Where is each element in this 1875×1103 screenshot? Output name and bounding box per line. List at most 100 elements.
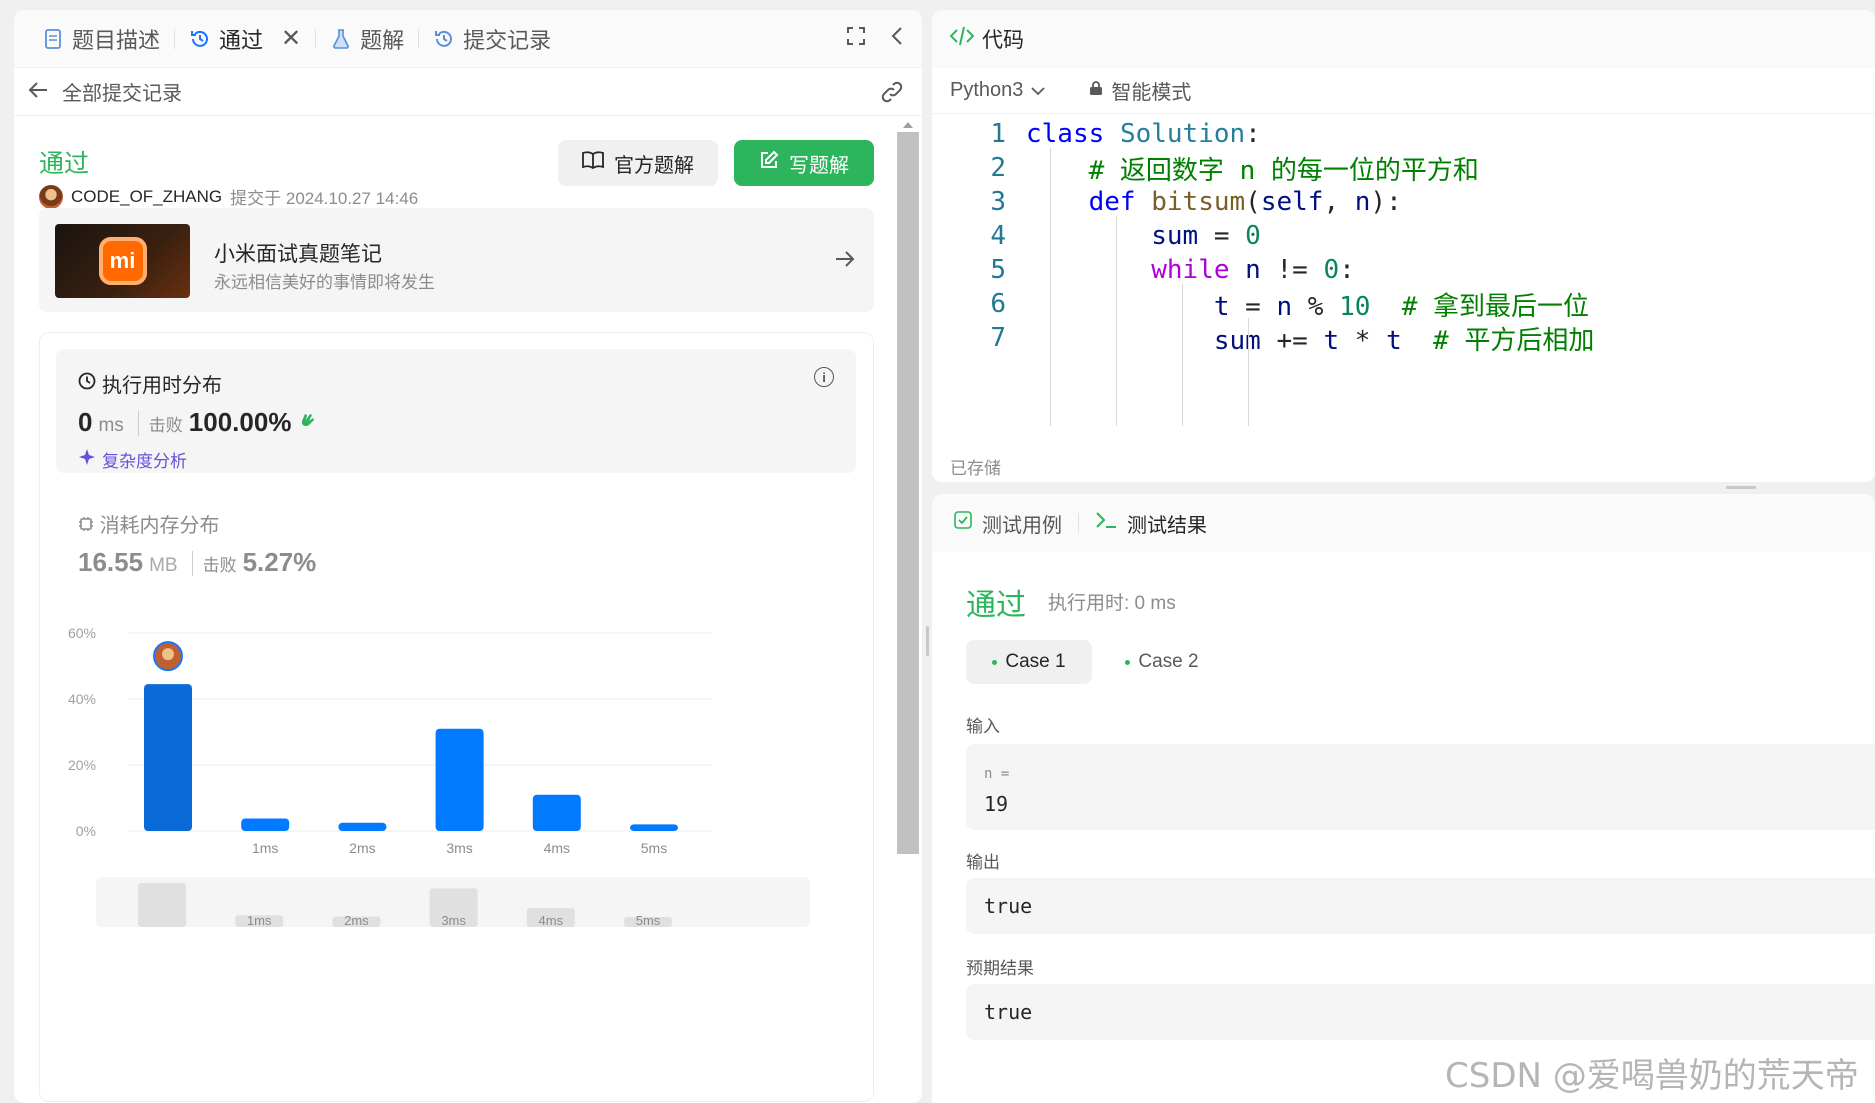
submission-panel: 题目描述 通过 ✕ 题解 提交记录 全部提交记录 通过 CODE_OF_ZHAN… [14, 10, 922, 1103]
code-text: while n != 0: [1151, 255, 1355, 285]
chevron-down-icon [1031, 79, 1046, 102]
line-number: 4 [990, 221, 1006, 251]
input-box: n = 19 [966, 744, 1875, 830]
vertical-resize-handle[interactable] [926, 626, 929, 656]
runtime-beat-value: 100.00% [188, 407, 292, 437]
all-submissions-link[interactable]: 全部提交记录 [62, 77, 182, 106]
tab-test-result[interactable]: 测试结果 [1127, 509, 1207, 538]
line-number: 7 [990, 323, 1006, 353]
chevron-left-icon[interactable] [890, 26, 904, 52]
pass-dot-icon [992, 659, 998, 665]
horizontal-resize-handle[interactable] [1726, 486, 1756, 489]
sparkle-icon [78, 448, 96, 471]
close-icon[interactable]: ✕ [281, 24, 301, 53]
smart-mode-toggle[interactable]: 智能模式 [1089, 76, 1191, 105]
fullscreen-icon[interactable] [846, 26, 866, 52]
clock-icon [78, 372, 96, 396]
user-avatar-face [162, 648, 174, 661]
saved-status: 已存储 [950, 459, 1001, 478]
chart-bar[interactable] [241, 818, 290, 831]
complexity-label: 复杂度分析 [102, 452, 187, 471]
info-icon[interactable]: i [814, 367, 834, 387]
language-select[interactable]: Python3 [950, 79, 1046, 102]
runtime-beat-label: 击败 [137, 411, 183, 436]
code-title: 代码 [982, 29, 1024, 52]
test-tab-bar: 测试用例 测试结果 [932, 494, 1875, 552]
watermark: CSDN @爱喝兽奶的荒天帝 [1445, 1056, 1859, 1096]
runtime-heading: 执行用时分布 [78, 369, 222, 398]
document-icon [42, 28, 64, 50]
submission-subheader: 全部提交记录 [14, 68, 922, 116]
chip-icon [78, 515, 100, 537]
chart-bar[interactable] [435, 728, 484, 831]
y-tick-label: 0% [76, 823, 96, 839]
tab-accepted[interactable]: 通过 ✕ [181, 10, 309, 67]
code-editor[interactable]: 1 class Solution: 2 # 返回数字 n 的每一位的平方和 3 def… [932, 114, 1875, 426]
submission-author: CODE_OF_ZHANG 提交于 2024.10.27 14:46 [39, 184, 418, 209]
official-solution-button[interactable]: 官方题解 [558, 140, 718, 186]
complexity-analysis-link[interactable]: 复杂度分析 [78, 447, 187, 472]
scrollbar-thumb[interactable] [897, 132, 919, 854]
chart-bar[interactable] [532, 794, 581, 831]
chart-bar[interactable] [338, 822, 387, 831]
case-label: Case 1 [1005, 651, 1066, 672]
expected-label: 预期结果 [966, 959, 1034, 978]
case-label: Case 2 [1138, 651, 1199, 672]
line-number: 2 [990, 153, 1006, 183]
author-name[interactable]: CODE_OF_ZHANG [71, 187, 222, 207]
case-tab-2[interactable]: Case 2 [1112, 640, 1212, 684]
line-number: 5 [990, 255, 1006, 285]
write-solution-label: 写题解 [789, 154, 849, 177]
y-tick-label: 60% [68, 625, 96, 641]
tab-label: 题解 [360, 27, 405, 53]
promo-card[interactable]: mi 小米面试真题笔记 永远相信美好的事情即将发生 [39, 208, 874, 312]
code-line[interactable]: 7 sum += t * t # 平方后相加 [932, 318, 1594, 358]
scroll-up-arrow[interactable] [903, 122, 913, 128]
tab-solutions[interactable]: 题解 [322, 10, 412, 67]
input-key: n = [984, 766, 1010, 782]
runtime-card[interactable]: 执行用时分布 i 0 ms 击败 100.00% 复杂度分析 [56, 349, 856, 473]
code-text: t = n % 10 # 拿到最后一位 [1213, 291, 1590, 322]
tab-label: 通过 [219, 27, 264, 53]
y-tick-label: 40% [68, 691, 96, 707]
indent-guide [1116, 216, 1117, 426]
line-number: 6 [990, 289, 1006, 319]
memory-beat-label: 击败 [191, 551, 237, 576]
avatar[interactable] [39, 184, 63, 209]
tab-divider [174, 28, 176, 49]
x-tick-label: 1ms [252, 840, 278, 856]
arrow-left-icon[interactable] [28, 78, 48, 106]
code-text: # 返回数字 n 的每一位的平方和 [1088, 155, 1479, 186]
minimap-tick-label: 5ms [636, 913, 661, 927]
chart-bar[interactable] [630, 824, 678, 831]
runtime-value: 0 ms 击败 100.00% [78, 407, 317, 438]
runtime-distribution-chart[interactable]: 0% 20% 40% 60% 1ms 2ms 3ms 4ms 5ms [40, 603, 875, 863]
tab-test-cases[interactable]: 测试用例 [982, 509, 1062, 538]
lock-icon [1089, 79, 1103, 102]
x-tick-label: 4ms [544, 840, 570, 856]
tab-description[interactable]: 题目描述 [34, 10, 168, 67]
chart-range-selector[interactable]: 1ms 2ms 3ms 4ms 5ms [96, 877, 810, 927]
memory-heading: 消耗内存分布 [78, 509, 220, 538]
result-status: 通过 [966, 589, 1026, 622]
code-text: def bitsum(self, n): [1088, 187, 1402, 217]
tab-bar-actions [846, 10, 904, 68]
book-icon [582, 151, 604, 175]
code-icon [949, 26, 975, 52]
tab-submissions[interactable]: 提交记录 [425, 10, 559, 67]
write-solution-button[interactable]: 写题解 [734, 140, 874, 186]
output-value: true [984, 894, 1033, 918]
history-icon [433, 28, 455, 50]
x-tick-label: 3ms [446, 840, 472, 856]
minimap-bar [138, 883, 186, 927]
output-label: 输出 [966, 853, 1000, 872]
memory-unit: MB [149, 555, 178, 576]
promo-thumbnail: mi [55, 224, 190, 298]
performance-stats: 执行用时分布 i 0 ms 击败 100.00% 复杂度分析 消耗内存分布 16… [39, 332, 874, 1102]
link-icon[interactable] [880, 80, 904, 110]
runtime-title: 执行用时分布 [102, 375, 222, 397]
submission-time: 提交于 2024.10.27 14:46 [230, 189, 419, 208]
code-header: 代码 [932, 10, 1875, 68]
chart-bar[interactable] [144, 684, 192, 831]
case-tab-1[interactable]: Case 1 [966, 640, 1092, 684]
